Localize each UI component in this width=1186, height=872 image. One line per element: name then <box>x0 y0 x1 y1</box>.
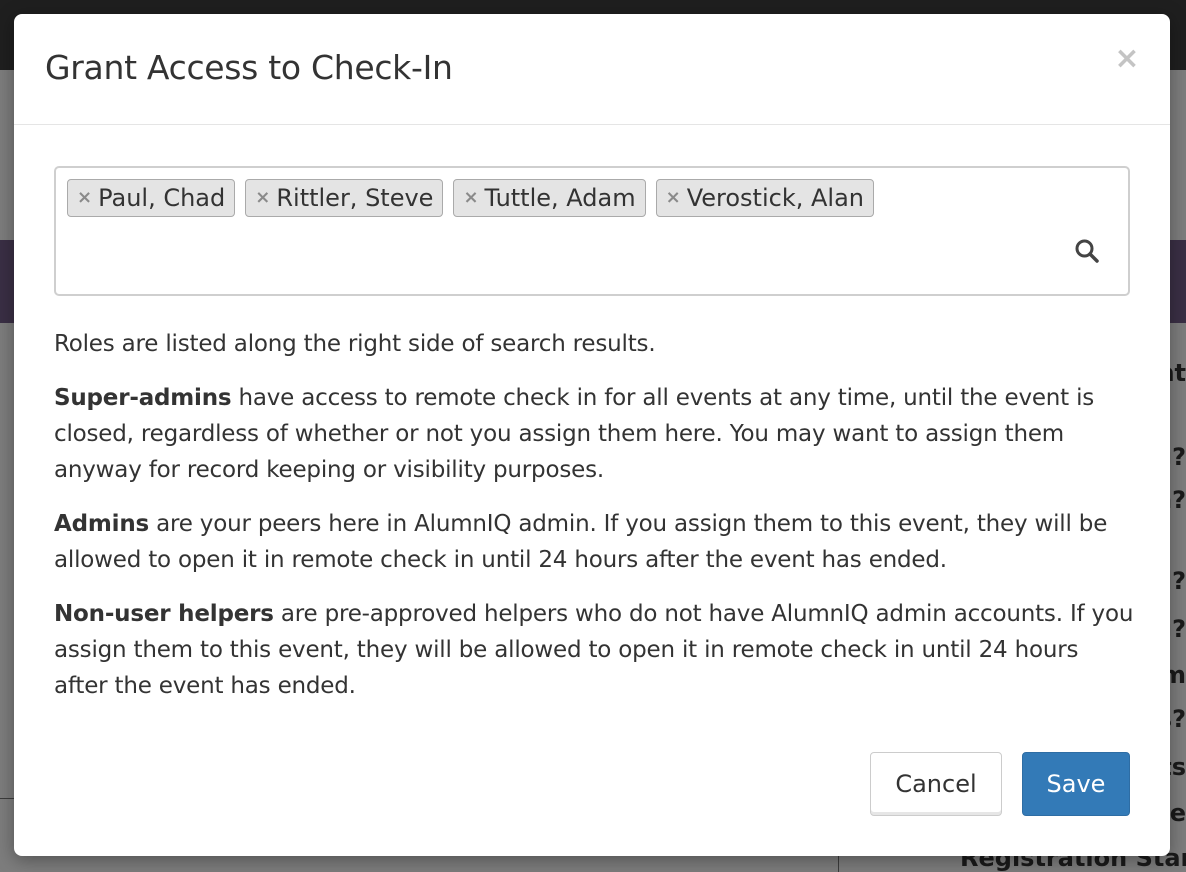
selected-user-chip: × Paul, Chad <box>67 179 236 217</box>
remove-user-icon[interactable]: × <box>463 188 478 208</box>
super-admins-term: Super-admins <box>54 385 232 411</box>
selected-user-chip: × Rittler, Steve <box>245 179 444 217</box>
roles-intro: Roles are listed along the right side of… <box>54 331 656 357</box>
close-icon[interactable]: × <box>1114 44 1140 74</box>
admins-paragraph: Admins are your peers here in AlumnIQ ad… <box>54 506 1138 578</box>
modal-title: Grant Access to Check-In <box>45 48 453 87</box>
selected-user-name: Paul, Chad <box>98 184 226 212</box>
selected-user-name: Rittler, Steve <box>276 184 434 212</box>
modal-header: Grant Access to Check-In × <box>14 14 1170 125</box>
grant-access-modal: Grant Access to Check-In × × Paul, Chad … <box>14 14 1170 856</box>
remove-user-icon[interactable]: × <box>77 188 92 208</box>
admins-description: are your peers here in AlumnIQ admin. If… <box>54 511 1108 573</box>
selected-user-name: Verostick, Alan <box>686 184 864 212</box>
super-admins-paragraph: Super-admins have access to remote check… <box>54 380 1138 488</box>
helpers-paragraph: Non-user helpers are pre-approved helper… <box>54 596 1138 704</box>
selected-users-list: × Paul, Chad × Rittler, Steve × Tuttle, … <box>67 179 874 217</box>
search-icon[interactable] <box>1074 238 1100 264</box>
role-description: Roles are listed along the right side of… <box>54 326 1138 722</box>
remove-user-icon[interactable]: × <box>255 188 270 208</box>
selected-user-chip: × Tuttle, Adam <box>453 179 646 217</box>
selected-user-chip: × Verostick, Alan <box>655 179 874 217</box>
selected-user-name: Tuttle, Adam <box>484 184 636 212</box>
admins-term: Admins <box>54 511 149 537</box>
user-search-select[interactable]: × Paul, Chad × Rittler, Steve × Tuttle, … <box>54 166 1130 296</box>
remove-user-icon[interactable]: × <box>666 188 681 208</box>
helpers-term: Non-user helpers <box>54 601 274 627</box>
cancel-button[interactable]: Cancel <box>870 752 1002 816</box>
save-button[interactable]: Save <box>1022 752 1130 816</box>
